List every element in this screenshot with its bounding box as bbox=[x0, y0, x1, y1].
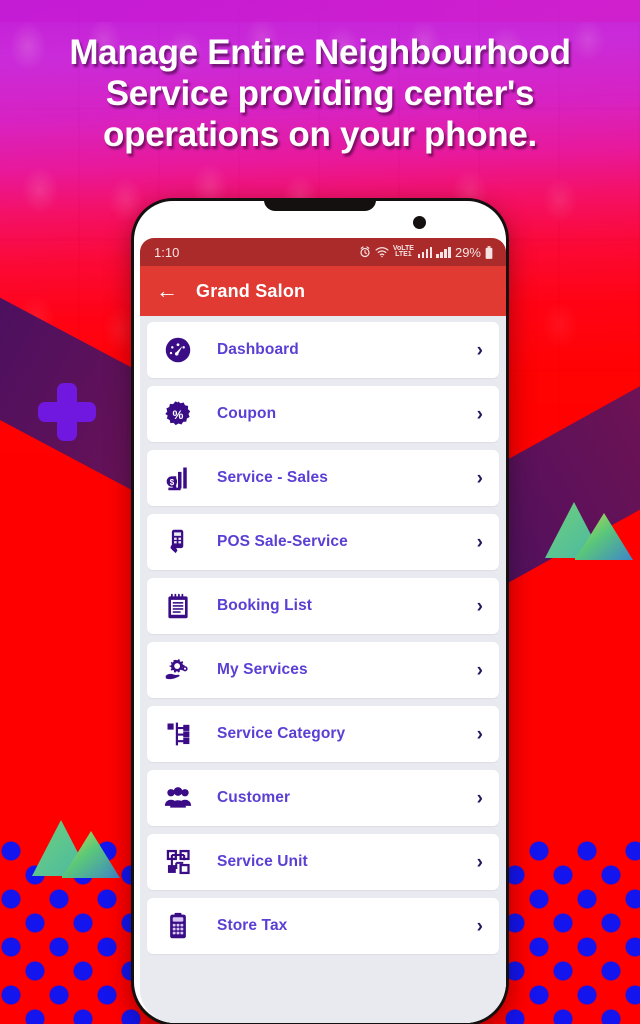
signal-bars-sim1-icon bbox=[417, 246, 433, 258]
hierarchy-icon bbox=[161, 717, 195, 751]
menu-item-customer[interactable]: Customer › bbox=[147, 770, 499, 826]
menu-item-label: Customer bbox=[217, 789, 291, 806]
menu-item-label: Store Tax bbox=[217, 917, 288, 934]
battery-percent-label: 29% bbox=[454, 244, 481, 260]
plus-shape bbox=[38, 383, 96, 441]
menu-item-label: Service - Sales bbox=[217, 469, 328, 486]
status-bar: 1:10 VoLTE LTE1 29% bbox=[140, 238, 506, 266]
pos-terminal-icon bbox=[161, 525, 195, 559]
back-arrow-icon[interactable]: ← bbox=[156, 280, 178, 302]
volte-label-bottom: LTE1 bbox=[395, 251, 412, 258]
menu-item-service-sales[interactable]: $ Service - Sales › bbox=[147, 450, 499, 506]
menu-item-service-category[interactable]: Service Category › bbox=[147, 706, 499, 762]
promo-screenshot: Manage Entire Neighbourhood Service prov… bbox=[0, 0, 640, 1024]
front-camera-dot bbox=[413, 216, 426, 229]
chevron-right-icon: › bbox=[476, 659, 483, 681]
triangle-pair-shape bbox=[32, 818, 122, 880]
status-icons: VoLTE LTE1 29% bbox=[359, 245, 493, 260]
notepad-icon bbox=[161, 589, 195, 623]
calculator-icon bbox=[161, 909, 195, 943]
menu-list[interactable]: Dashboard › % Coupon › $ Service - Sales… bbox=[140, 316, 506, 1023]
volte-indicator-icon: VoLTE LTE1 bbox=[393, 245, 414, 258]
battery-icon bbox=[485, 245, 493, 259]
network-nodes-icon bbox=[161, 845, 195, 879]
sales-bar-chart-icon: $ bbox=[161, 461, 195, 495]
menu-item-label: POS Sale-Service bbox=[217, 533, 348, 550]
chevron-right-icon: › bbox=[476, 595, 483, 617]
menu-item-dashboard[interactable]: Dashboard › bbox=[147, 322, 499, 378]
menu-item-label: Booking List bbox=[217, 597, 313, 614]
chevron-right-icon: › bbox=[476, 723, 483, 745]
menu-item-booking-list[interactable]: Booking List › bbox=[147, 578, 499, 634]
menu-item-pos-sale-service[interactable]: POS Sale-Service › bbox=[147, 514, 499, 570]
triangle-pair-shape bbox=[545, 500, 635, 562]
chevron-right-icon: › bbox=[476, 339, 483, 361]
app-bar-title: Grand Salon bbox=[196, 280, 306, 301]
svg-text:$: $ bbox=[170, 478, 175, 487]
chevron-right-icon: › bbox=[476, 851, 483, 873]
phone-notch bbox=[264, 201, 376, 211]
menu-item-label: My Services bbox=[217, 661, 308, 678]
chevron-right-icon: › bbox=[476, 467, 483, 489]
people-group-icon bbox=[161, 781, 195, 815]
page-title: Manage Entire Neighbourhood Service prov… bbox=[69, 33, 571, 154]
status-time: 1:10 bbox=[154, 244, 180, 260]
chevron-right-icon: › bbox=[476, 915, 483, 937]
dashboard-gauge-icon bbox=[161, 333, 195, 367]
background-top-strip bbox=[0, 0, 640, 22]
chevron-right-icon: › bbox=[476, 787, 483, 809]
chevron-right-icon: › bbox=[476, 531, 483, 553]
alarm-clock-icon bbox=[359, 246, 371, 258]
menu-item-store-tax[interactable]: Store Tax › bbox=[147, 898, 499, 954]
signal-bars-sim2-icon bbox=[436, 246, 451, 258]
hand-gear-icon bbox=[161, 653, 195, 687]
app-bar: ← Grand Salon bbox=[140, 266, 506, 316]
menu-item-label: Service Unit bbox=[217, 853, 308, 870]
menu-item-label: Service Category bbox=[217, 725, 346, 742]
svg-text:%: % bbox=[173, 408, 184, 422]
menu-item-label: Coupon bbox=[217, 405, 277, 422]
menu-item-coupon[interactable]: % Coupon › bbox=[147, 386, 499, 442]
coupon-percent-icon: % bbox=[161, 397, 195, 431]
menu-item-service-unit[interactable]: Service Unit › bbox=[147, 834, 499, 890]
phone-mockup: 1:10 VoLTE LTE1 29% ← Grand Salon Dashbo… bbox=[131, 198, 509, 1024]
menu-item-my-services[interactable]: My Services › bbox=[147, 642, 499, 698]
chevron-right-icon: › bbox=[476, 403, 483, 425]
wifi-icon bbox=[375, 246, 389, 258]
menu-item-label: Dashboard bbox=[217, 341, 299, 358]
phone-screen: 1:10 VoLTE LTE1 29% ← Grand Salon Dashbo… bbox=[140, 238, 506, 1023]
